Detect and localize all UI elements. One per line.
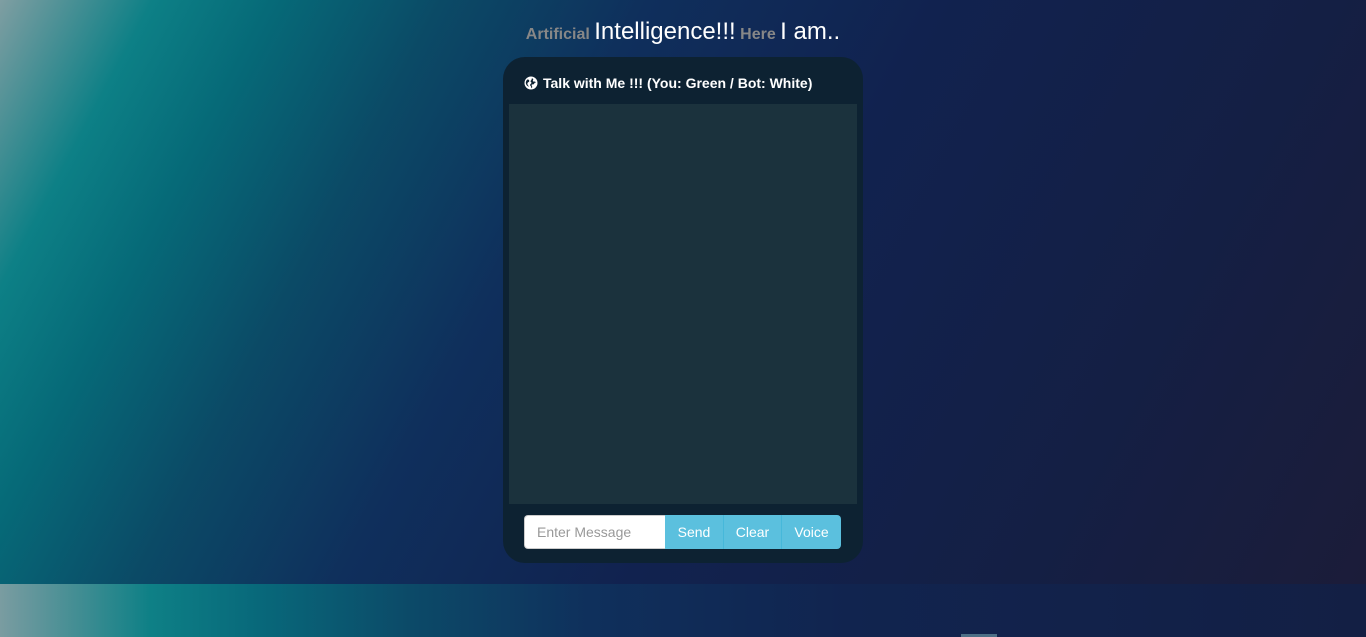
send-button[interactable]: Send	[665, 515, 723, 549]
chat-panel: Talk with Me !!! (You: Green / Bot: Whit…	[503, 57, 863, 563]
voice-button[interactable]: Voice	[781, 515, 841, 549]
message-input[interactable]	[524, 515, 665, 549]
page-headline: Artificial Intelligence!!! Here I am..	[0, 18, 1366, 46]
headline-word-here: Here	[740, 26, 776, 43]
headline-word-i-am: I am..	[780, 18, 841, 45]
globe-icon	[524, 76, 538, 90]
headline-word-intelligence: Intelligence!!!	[594, 18, 736, 45]
bottom-band	[0, 584, 1366, 637]
message-area[interactable]	[509, 104, 857, 504]
clear-button[interactable]: Clear	[723, 515, 781, 549]
chat-header: Talk with Me !!! (You: Green / Bot: Whit…	[524, 74, 812, 92]
headline-word-artificial: Artificial	[525, 26, 590, 43]
chat-title: Talk with Me !!! (You: Green / Bot: Whit…	[543, 75, 813, 91]
message-input-group: Send Clear Voice	[524, 515, 841, 549]
